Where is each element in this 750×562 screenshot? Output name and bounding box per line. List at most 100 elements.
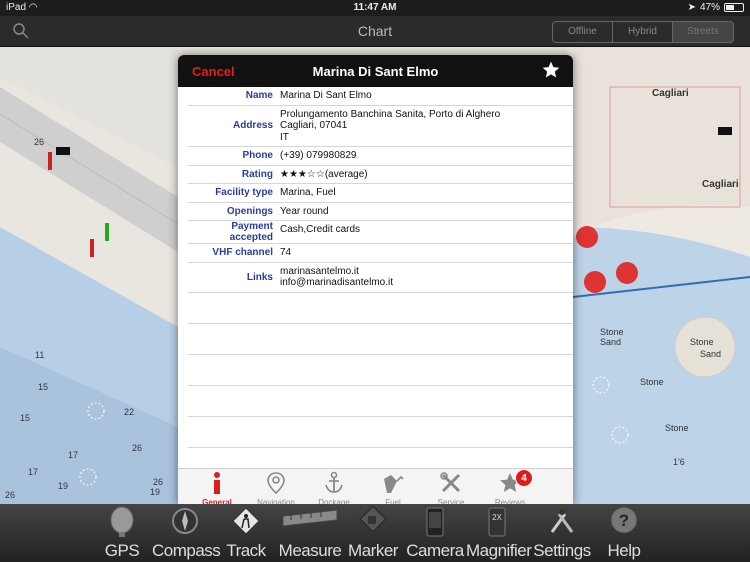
detail-row-address: Address Prolungamento Banchina Sanita, P… — [188, 106, 573, 147]
detail-value: Marina, Fuel — [280, 187, 336, 198]
svg-text:2X: 2X — [492, 513, 502, 522]
depth-sounding: 19 — [150, 487, 161, 497]
marker-icon — [359, 506, 387, 533]
detail-value: 74 — [280, 247, 292, 258]
empty-row — [188, 355, 573, 386]
phone-value[interactable]: (+39) 079980829 — [280, 147, 573, 165]
detail-value: Year round — [280, 205, 329, 217]
detail-row-vhf: VHF channel 74 — [188, 244, 573, 263]
marina-detail-modal: Cancel Marina Di Sant Elmo Name Marina D… — [178, 55, 573, 508]
tab-reviews[interactable]: 4 Reviews — [481, 469, 539, 508]
empty-row — [188, 324, 573, 355]
detail-row-phone[interactable]: Phone (+39) 079980829 — [188, 147, 573, 166]
depth-sounding: 26 — [5, 490, 16, 500]
detail-row-name: Name Marina Di Sant Elmo — [188, 87, 573, 106]
detail-label: Facility type — [215, 187, 273, 199]
battery-percent: 47% — [699, 2, 720, 13]
anchor-icon — [325, 471, 343, 493]
detail-label: Links — [246, 271, 273, 283]
status-bar: iPad ◠ 11:47 AM ➤ 47% — [0, 0, 750, 16]
gps-button[interactable]: GPS — [100, 504, 144, 562]
reviews-count-badge: 4 — [515, 469, 533, 487]
tools-icon — [440, 472, 461, 493]
detail-value: Marina Di Sant Elmo — [280, 90, 372, 101]
map-label: Stone Sand — [600, 327, 624, 347]
map-label-city: Cagliari — [652, 88, 689, 99]
help-icon: ? — [610, 506, 638, 534]
detail-label: Openings — [226, 205, 273, 217]
map-mode-offline[interactable]: Offline — [553, 22, 613, 42]
detail-table: Name Marina Di Sant Elmo Address Prolung… — [178, 87, 573, 448]
detail-tab-bar: General Navigation Dockage Fuel Service … — [178, 468, 573, 508]
tab-dockage[interactable]: Dockage — [305, 469, 363, 508]
satellite-dish-icon — [110, 506, 134, 537]
email-link[interactable]: info@marinadisantelmo.it — [280, 277, 573, 289]
depth-sounding: 15 — [38, 382, 49, 392]
depth-sounding: 17 — [68, 450, 79, 460]
detail-row-rating: Rating ★★★☆☆(average) — [188, 166, 573, 184]
ruler-icon — [282, 509, 338, 527]
depth-sounding: 17 — [28, 467, 39, 477]
map-label: Sand — [700, 349, 722, 359]
track-sign-icon — [232, 507, 260, 535]
empty-row — [188, 293, 573, 324]
help-button[interactable]: ? Help — [602, 504, 646, 562]
depth-sounding: 26 — [132, 443, 143, 453]
modal-header: Cancel Marina Di Sant Elmo — [178, 55, 573, 87]
links-value: marinasantelmo.it info@marinadisantelmo.… — [280, 263, 573, 292]
depth-sounding: 26 — [34, 137, 45, 147]
compass-icon — [172, 508, 198, 534]
tab-navigation[interactable]: Navigation — [247, 469, 305, 508]
tab-service[interactable]: Service — [422, 469, 480, 508]
magnifier-button[interactable]: 2X Magnifier — [466, 504, 532, 562]
camera-button[interactable]: Camera — [406, 504, 464, 562]
detail-value: Prolungamento Banchina Sanita, Porto di … — [280, 108, 501, 143]
marker-button[interactable]: Marker — [347, 504, 399, 562]
detail-label: Phone — [242, 150, 273, 162]
detail-label: Payment accepted — [229, 221, 273, 243]
detail-label: Rating — [241, 168, 273, 180]
svg-text:?: ? — [619, 511, 629, 530]
favorite-star-icon[interactable] — [541, 60, 561, 80]
settings-button[interactable]: Settings — [530, 504, 594, 562]
tab-general[interactable]: General — [188, 469, 246, 508]
detail-row-openings: Openings Year round — [188, 203, 573, 221]
depth-sounding: 15 — [20, 413, 31, 423]
detail-row-payment: Payment accepted Cash,Credit cards — [188, 221, 573, 244]
depth-sounding: 19 — [58, 481, 69, 491]
clock: 11:47 AM — [353, 2, 397, 13]
map-label: Stone — [665, 423, 689, 433]
detail-row-facility-type: Facility type Marina, Fuel — [188, 184, 573, 203]
depth-sounding: 22 — [124, 407, 135, 417]
bottom-toolbar: GPS Compass Track Measure Marker Camera … — [0, 504, 750, 562]
empty-row — [188, 417, 573, 448]
depth-sounding: 1'6 — [673, 457, 685, 467]
map-label: Stone — [640, 377, 664, 387]
fuel-pump-icon — [384, 475, 404, 493]
measure-button[interactable]: Measure — [278, 504, 342, 562]
settings-tools-icon — [550, 509, 574, 533]
battery-icon — [724, 3, 744, 12]
map-mode-streets[interactable]: Streets — [673, 22, 733, 42]
location-arrow-icon: ➤ — [687, 2, 696, 13]
magnifier-icon: 2X — [488, 507, 506, 537]
detail-label: Name — [245, 90, 273, 102]
location-pin-icon — [267, 472, 285, 495]
map-label: Stone — [690, 337, 714, 347]
nav-bar: Chart Offline Hybrid Streets — [0, 16, 750, 47]
rating-value: ★★★☆☆(average) — [280, 168, 368, 180]
website-link[interactable]: marinasantelmo.it — [280, 266, 573, 278]
modal-title: Marina Di Sant Elmo — [312, 64, 439, 79]
detail-row-links: Links marinasantelmo.it info@marinadisan… — [188, 263, 573, 293]
detail-label: Address — [232, 120, 273, 132]
map-mode-hybrid[interactable]: Hybrid — [613, 22, 673, 42]
detail-label: VHF channel — [212, 247, 273, 259]
map-label-city: Cagliari — [702, 179, 739, 190]
empty-row — [188, 386, 573, 417]
compass-button[interactable]: Compass — [152, 504, 221, 562]
depth-sounding: 26 — [153, 477, 164, 487]
track-button[interactable]: Track — [225, 504, 267, 562]
tab-fuel[interactable]: Fuel — [364, 469, 422, 508]
camera-icon — [426, 507, 444, 537]
detail-value: Cash,Credit cards — [280, 224, 361, 235]
